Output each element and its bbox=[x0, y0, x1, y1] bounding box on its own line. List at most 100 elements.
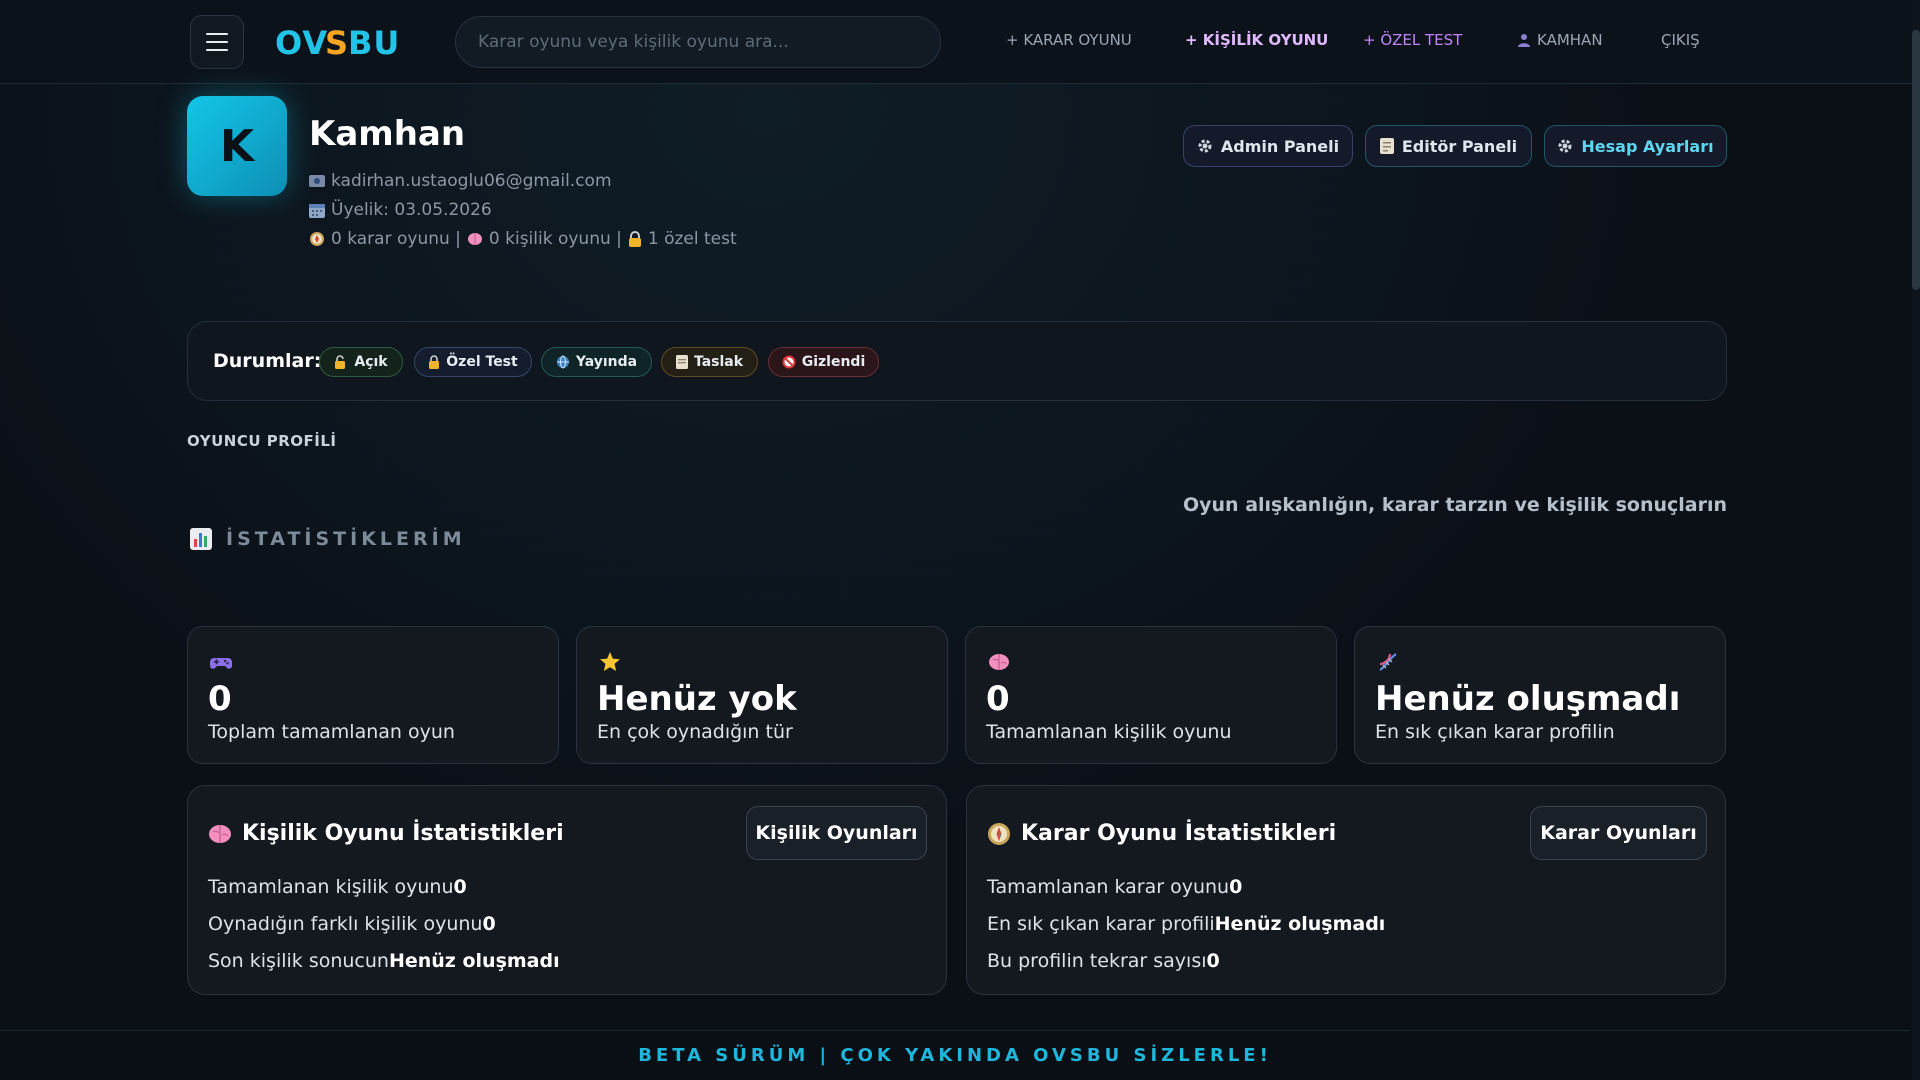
special-test-count: 1 özel test bbox=[647, 229, 737, 249]
admin-panel-label: Admin Paneli bbox=[1220, 136, 1340, 156]
menu-line-icon bbox=[206, 49, 228, 51]
search-input[interactable] bbox=[455, 16, 941, 68]
svg-text:OV: OV bbox=[275, 24, 328, 62]
stat-label: Toplam tamamlanan oyun bbox=[208, 721, 455, 743]
personality-stats-panel: Kişilik Oyunu İstatistikleri Kişilik Oyu… bbox=[187, 785, 947, 995]
stat-value: 0 bbox=[986, 679, 1010, 719]
decision-stats-title-label: Karar Oyunu İstatistikleri bbox=[1021, 821, 1337, 846]
stat-row-value: Henüz oluşmadı bbox=[388, 950, 560, 972]
beta-footer-banner: BETA SÜRÜM | ÇOK YAKINDA OVSBU SİZLERLE! bbox=[0, 1030, 1910, 1080]
lock-icon bbox=[429, 355, 440, 369]
personality-count: 0 kişilik oyunu | bbox=[488, 229, 622, 249]
stat-value: Henüz oluşmadı bbox=[1375, 679, 1681, 719]
site-logo[interactable]: OV S BU bbox=[275, 22, 400, 62]
section-label: OYUNCU PROFİLİ bbox=[187, 432, 337, 450]
stat-row-value: 0 bbox=[453, 876, 467, 898]
stats-heading: İSTATİSTİKLERİM bbox=[190, 528, 466, 550]
stat-row-label: Tamamlanan kişilik oyunu bbox=[208, 876, 454, 898]
stat-row: En sık çıkan karar profiliHenüz oluşmadı bbox=[987, 913, 1385, 935]
decision-stats-panel: Karar Oyunu İstatistikleri Karar Oyunlar… bbox=[966, 785, 1726, 995]
stat-row: Tamamlanan karar oyunu0 bbox=[987, 876, 1242, 898]
profile-name: Kamhan bbox=[309, 114, 466, 154]
scrollbar[interactable] bbox=[1912, 0, 1920, 1080]
stat-row: Bu profilin tekrar sayısı0 bbox=[987, 950, 1220, 972]
status-chip-draft: Taslak bbox=[661, 347, 758, 377]
personality-stats-title: Kişilik Oyunu İstatistikleri bbox=[208, 821, 564, 846]
document-icon bbox=[1379, 138, 1394, 154]
menu-line-icon bbox=[206, 41, 228, 43]
stat-row-value: 0 bbox=[1206, 950, 1220, 972]
brain-icon bbox=[467, 233, 482, 245]
nav-user[interactable]: KAMHAN bbox=[1517, 31, 1603, 49]
stat-row: Oynadığın farklı kişilik oyunu0 bbox=[208, 913, 496, 935]
editor-panel-button[interactable]: Editör Paneli bbox=[1365, 125, 1532, 167]
unlock-icon bbox=[335, 355, 346, 369]
editor-panel-label: Editör Paneli bbox=[1401, 136, 1518, 156]
email-line: kadirhan.ustaoglu06@gmail.com bbox=[309, 171, 612, 191]
status-chip-hidden-label: Gizlendi bbox=[801, 354, 866, 370]
top-bar: OV S BU + KARAR OYUNU + KİŞİLİK OYUNU + … bbox=[0, 0, 1920, 84]
stat-row-value: Henüz oluşmadı bbox=[1214, 913, 1386, 935]
account-settings-button[interactable]: Hesap Ayarları bbox=[1544, 125, 1727, 167]
calendar-icon bbox=[309, 204, 325, 218]
scrollbar-thumb[interactable] bbox=[1912, 30, 1920, 290]
stat-row-label: Tamamlanan karar oyunu bbox=[987, 876, 1230, 898]
stat-label: En çok oynadığın tür bbox=[597, 721, 793, 743]
personality-games-button[interactable]: Kişilik Oyunları bbox=[746, 806, 927, 860]
id-card-icon bbox=[309, 175, 325, 187]
membership-date: Üyelik: 03.05.2026 bbox=[331, 200, 492, 220]
brain-icon bbox=[209, 824, 231, 843]
stat-row-value: 0 bbox=[1229, 876, 1243, 898]
personality-stats-title-label: Kişilik Oyunu İstatistikleri bbox=[242, 821, 564, 846]
stat-card-decision-profile: Henüz oluşmadı En sık çıkan karar profil… bbox=[1354, 626, 1726, 764]
compass-icon bbox=[310, 232, 324, 246]
svg-text:S: S bbox=[325, 24, 349, 62]
status-legend-panel: Durumlar: Açık Özel Test Yayında Taslak … bbox=[187, 321, 1727, 401]
stat-row-label: En sık çıkan karar profili bbox=[987, 913, 1215, 935]
admin-panel-button[interactable]: Admin Paneli bbox=[1183, 125, 1353, 167]
status-chip-hidden: Gizlendi bbox=[768, 347, 879, 377]
stat-row: Tamamlanan kişilik oyunu0 bbox=[208, 876, 467, 898]
profile-email: kadirhan.ustaoglu06@gmail.com bbox=[331, 171, 612, 191]
document-icon bbox=[675, 355, 688, 369]
stat-row-label: Oynadığın farklı kişilik oyunu bbox=[208, 913, 483, 935]
game-controller-icon bbox=[210, 658, 232, 669]
dna-icon bbox=[1379, 653, 1397, 671]
account-settings-label: Hesap Ayarları bbox=[1581, 136, 1714, 156]
section-subtitle: Oyun alışkanlığın, karar tarzın ve kişil… bbox=[1182, 494, 1727, 516]
stat-row-value: 0 bbox=[482, 913, 496, 935]
stats-heading-label: İSTATİSTİKLERİM bbox=[226, 528, 466, 550]
nav-new-personality-game[interactable]: + KİŞİLİK OYUNU bbox=[1185, 31, 1328, 49]
avatar-letter: K bbox=[219, 120, 255, 172]
lock-icon bbox=[628, 231, 641, 247]
status-legend-title: Durumlar: bbox=[213, 350, 322, 372]
gear-icon bbox=[1558, 139, 1572, 153]
status-chip-open-label: Açık bbox=[354, 354, 388, 370]
game-counts-line: 0 karar oyunu | 0 kişilik oyunu | 1 özel… bbox=[309, 229, 737, 249]
compass-icon bbox=[988, 822, 1010, 845]
stat-value: 0 bbox=[208, 679, 232, 719]
nav-logout[interactable]: ÇIKIŞ bbox=[1661, 31, 1700, 49]
status-chip-open: Açık bbox=[319, 347, 403, 377]
svg-text:BU: BU bbox=[348, 24, 400, 62]
stat-label: En sık çıkan karar profilin bbox=[1375, 721, 1615, 743]
status-chip-draft-label: Taslak bbox=[693, 354, 744, 370]
user-icon bbox=[1518, 34, 1530, 47]
stat-value: Henüz yok bbox=[597, 679, 797, 719]
nav-user-label: KAMHAN bbox=[1537, 31, 1603, 49]
nav-new-special-test[interactable]: + ÖZEL TEST bbox=[1363, 31, 1462, 49]
hamburger-menu-button[interactable] bbox=[190, 15, 244, 69]
status-chip-special-test: Özel Test bbox=[414, 347, 532, 377]
avatar: K bbox=[187, 96, 287, 196]
status-chip-published-label: Yayında bbox=[575, 354, 638, 370]
stat-card-personality-games: 0 Tamamlanan kişilik oyunu bbox=[965, 626, 1337, 764]
globe-icon bbox=[556, 355, 569, 369]
prohibited-icon bbox=[782, 355, 796, 369]
stat-row: Son kişilik sonucunHenüz oluşmadı bbox=[208, 950, 560, 972]
brain-icon bbox=[989, 654, 1009, 670]
bar-chart-icon bbox=[190, 528, 212, 550]
stat-row-label: Bu profilin tekrar sayısı bbox=[987, 950, 1207, 972]
decision-games-button[interactable]: Karar Oyunları bbox=[1530, 806, 1707, 860]
nav-new-decision-game[interactable]: + KARAR OYUNU bbox=[1006, 31, 1132, 49]
stat-card-total-games: 0 Toplam tamamlanan oyun bbox=[187, 626, 559, 764]
